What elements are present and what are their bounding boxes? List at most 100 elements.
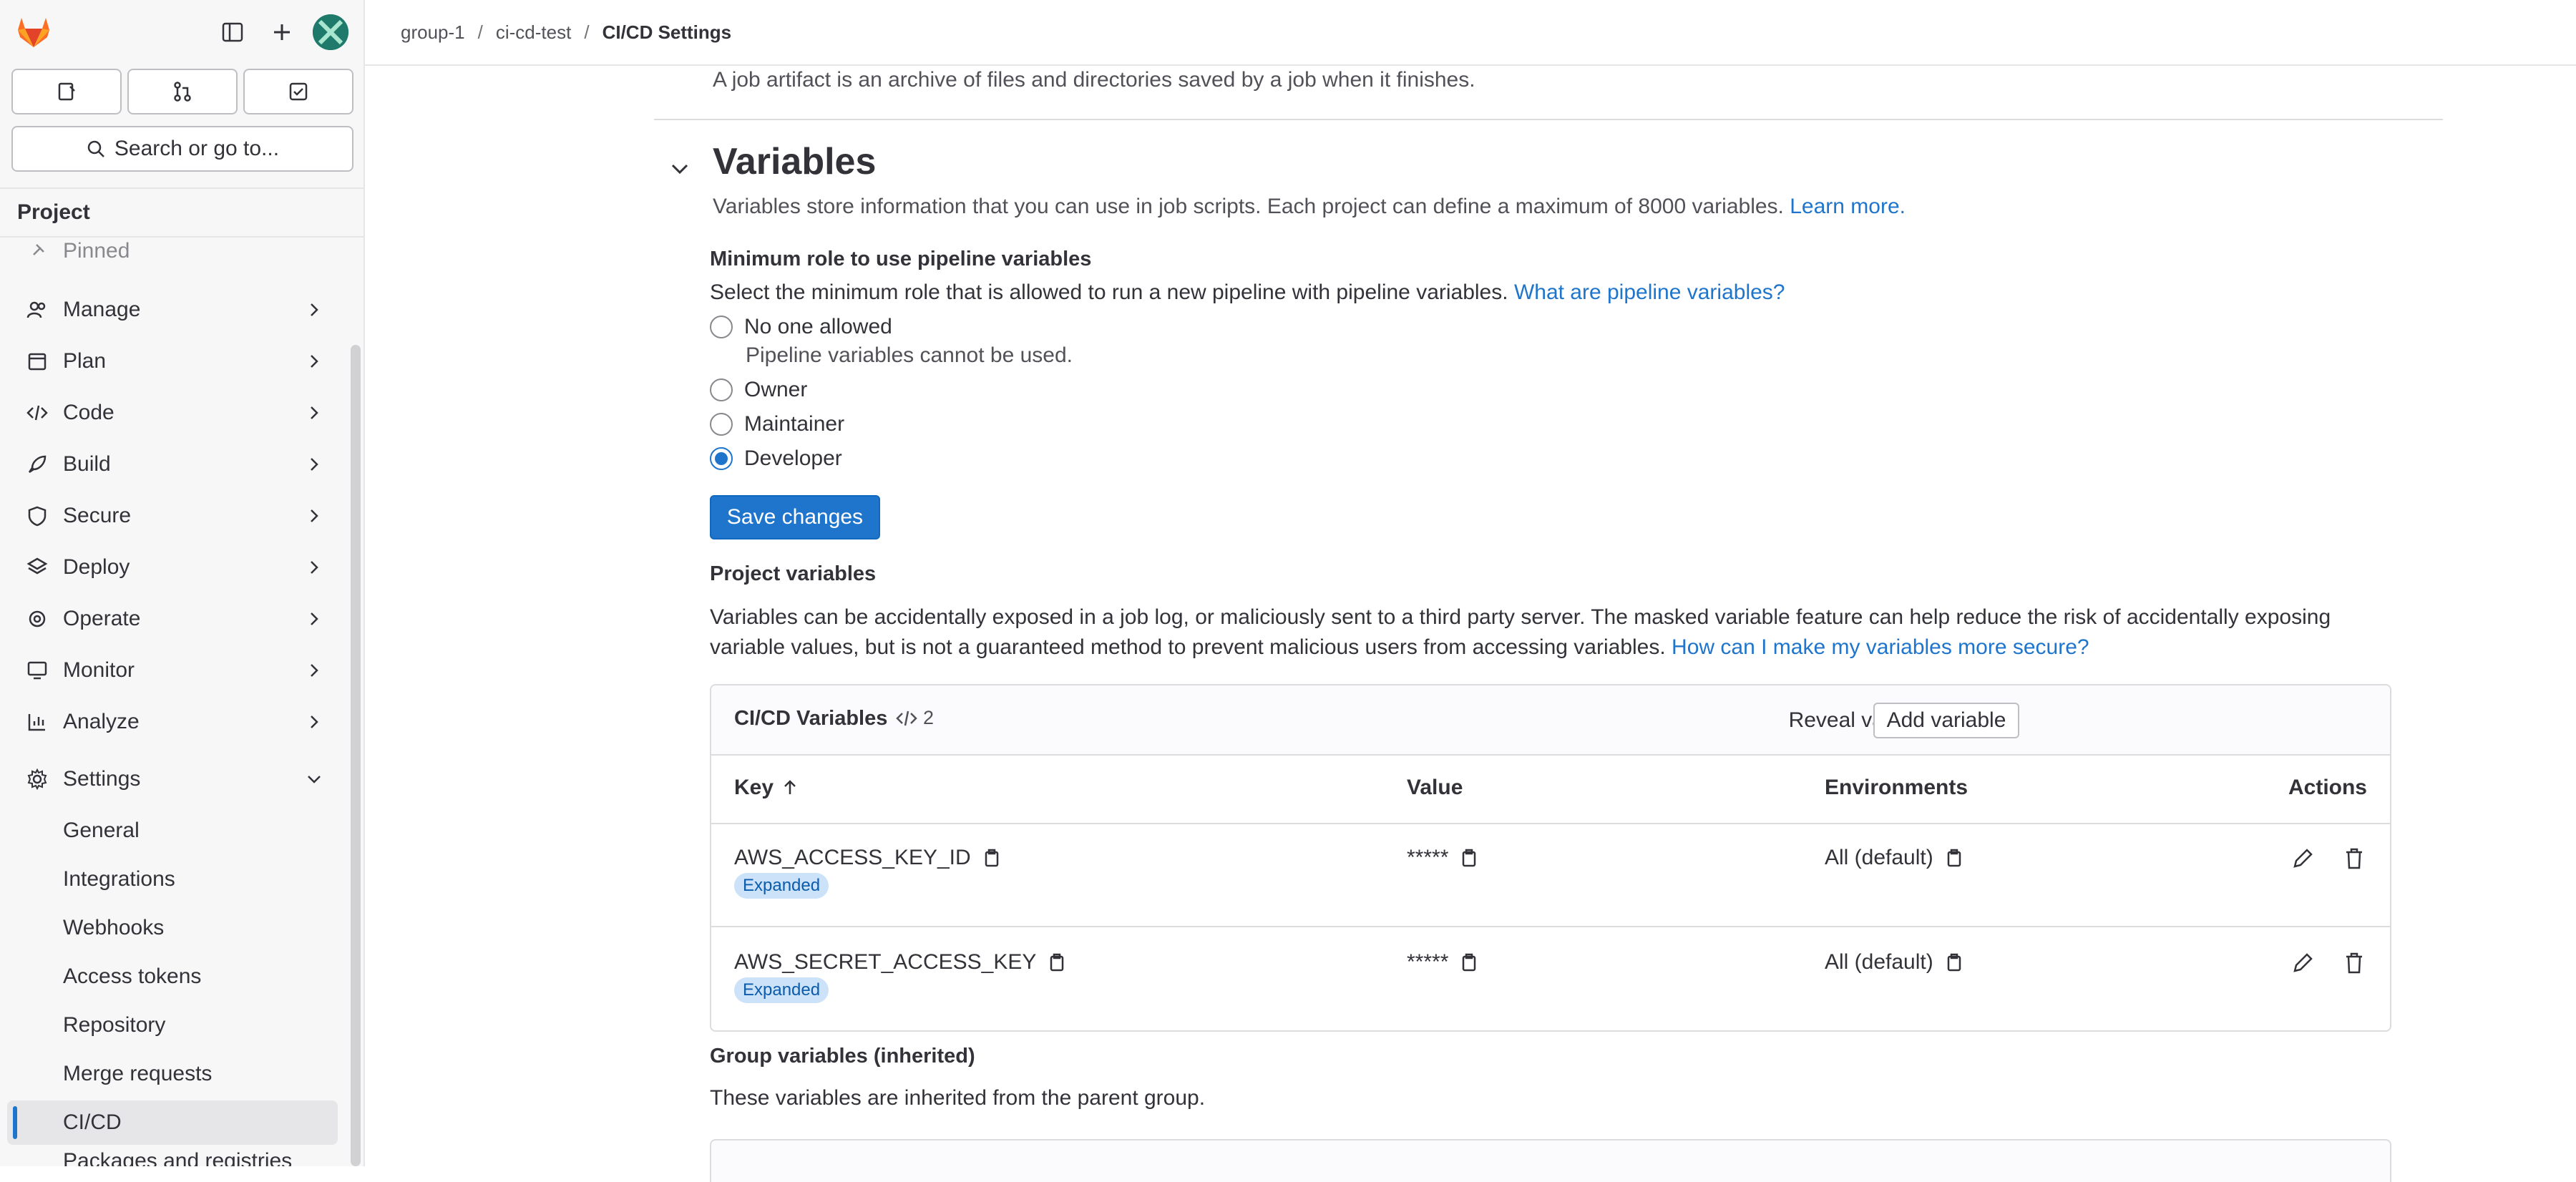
radio-developer[interactable]: Developer xyxy=(710,446,842,471)
sidebar-item-settings[interactable]: Settings xyxy=(7,756,333,803)
variable-key-text: AWS_ACCESS_KEY_ID xyxy=(734,846,971,869)
sort-ascending-icon xyxy=(784,780,796,794)
variable-key: AWS_SECRET_ACCESS_KEY xyxy=(734,950,1068,975)
settings-webhooks[interactable]: Webhooks xyxy=(7,906,338,950)
chevron-right-icon xyxy=(311,406,318,419)
todo-icon xyxy=(289,82,308,101)
learn-more-link[interactable]: Learn more. xyxy=(1790,195,1906,218)
radio-no-one-allowed[interactable]: No one allowed xyxy=(710,315,892,339)
radio-maintainer[interactable]: Maintainer xyxy=(710,412,844,436)
count-value: 2 xyxy=(923,707,935,728)
delete-trash-icon[interactable] xyxy=(2341,950,2367,976)
chevron-right-icon xyxy=(311,612,318,625)
variables-count: 2 xyxy=(896,707,934,729)
todo-tab[interactable] xyxy=(243,69,353,114)
copy-icon[interactable] xyxy=(1943,847,1965,869)
main-content: A job artifact is an archive of files an… xyxy=(365,66,2576,1182)
expanded-badge: Expanded xyxy=(734,873,829,899)
radio-owner[interactable]: Owner xyxy=(710,378,807,402)
issues-icon xyxy=(58,82,75,101)
settings-cicd[interactable]: CI/CD xyxy=(7,1100,338,1145)
chevron-right-icon xyxy=(311,509,318,522)
settings-general[interactable]: General xyxy=(7,809,338,853)
radio-button[interactable] xyxy=(710,413,733,436)
user-avatar[interactable] xyxy=(313,14,348,50)
project-variables-desc-line-1: Variables can be accidentally exposed in… xyxy=(710,605,2331,629)
sidebar: Search or go to... Project Pinned Manage… xyxy=(0,0,365,1166)
sidebar-item-plan[interactable]: Plan xyxy=(7,338,333,385)
search-icon xyxy=(87,140,104,157)
sidebar-item-code[interactable]: Code xyxy=(7,389,333,436)
breadcrumb-current[interactable]: CI/CD Settings xyxy=(602,21,732,44)
sidebar-item-manage[interactable]: Manage xyxy=(7,286,333,333)
edit-pencil-icon[interactable] xyxy=(2290,950,2316,976)
variable-environment-text: All (default) xyxy=(1825,950,1933,974)
section-description: Variables store information that you can… xyxy=(713,195,1906,219)
column-key[interactable]: Key xyxy=(734,776,799,800)
variable-environment: All (default) xyxy=(1825,846,1965,870)
column-value: Value xyxy=(1407,776,1463,799)
copy-icon[interactable] xyxy=(1458,952,1480,973)
variable-environment-text: All (default) xyxy=(1825,846,1933,869)
sidebar-item-label: Analyze xyxy=(63,710,140,733)
save-changes-button[interactable]: Save changes xyxy=(710,495,880,539)
pipeline-variables-link[interactable]: What are pipeline variables? xyxy=(1514,280,1785,304)
radio-button[interactable] xyxy=(710,378,733,401)
chevron-down-icon[interactable] xyxy=(665,155,694,183)
sidebar-item-label: Secure xyxy=(63,504,132,527)
sidebar-item-label: Monitor xyxy=(63,658,135,682)
assigned-issues-tab[interactable] xyxy=(11,69,122,114)
sidebar-item-secure[interactable]: Secure xyxy=(7,492,333,539)
users-icon xyxy=(21,294,53,326)
sidebar-item-label: Pinned xyxy=(63,239,130,263)
row-divider xyxy=(711,926,2390,927)
sidebar-item-analyze[interactable]: Analyze xyxy=(7,698,333,746)
breadcrumb-group[interactable]: group-1 xyxy=(401,21,465,44)
breadcrumb-project[interactable]: ci-cd-test xyxy=(496,21,571,44)
settings-integrations[interactable]: Integrations xyxy=(7,857,338,902)
sidebar-item-build[interactable]: Build xyxy=(7,441,333,488)
variable-value: ***** xyxy=(1407,846,1480,870)
secure-variables-link[interactable]: How can I make my variables more secure? xyxy=(1672,635,2089,659)
copy-icon[interactable] xyxy=(1458,847,1480,869)
settings-merge-requests[interactable]: Merge requests xyxy=(7,1052,338,1096)
delete-trash-icon[interactable] xyxy=(2341,846,2367,871)
sidebar-header xyxy=(0,0,364,66)
sidebar-item-pinned[interactable]: Pinned xyxy=(7,236,333,266)
sidebar-toggle-icon[interactable] xyxy=(213,13,252,52)
table-title: CI/CD Variables xyxy=(734,707,888,730)
edit-pencil-icon[interactable] xyxy=(2290,846,2316,871)
breadcrumb-separator: / xyxy=(584,21,590,43)
settings-repository[interactable]: Repository xyxy=(7,1003,338,1047)
chevron-right-icon xyxy=(311,303,318,316)
radio-label: Developer xyxy=(744,446,842,470)
gitlab-logo-icon[interactable] xyxy=(16,14,52,50)
variables-description: Variables store information that you can… xyxy=(713,195,1784,218)
settings-packages-registries[interactable]: Packages and registries xyxy=(7,1149,338,1166)
min-role-description-text: Select the minimum role that is allowed … xyxy=(710,280,1508,304)
copy-icon[interactable] xyxy=(1046,952,1068,973)
search-button[interactable]: Search or go to... xyxy=(11,126,353,172)
copy-icon[interactable] xyxy=(981,847,1002,869)
sidebar-item-operate[interactable]: Operate xyxy=(7,595,333,643)
sidebar-item-monitor[interactable]: Monitor xyxy=(7,647,333,694)
chart-icon xyxy=(21,706,53,738)
copy-icon[interactable] xyxy=(1943,952,1965,973)
settings-access-tokens[interactable]: Access tokens xyxy=(7,954,338,999)
sidebar-scrollbar[interactable] xyxy=(351,345,361,1166)
radio-label: Owner xyxy=(744,378,808,401)
merge-requests-tab[interactable] xyxy=(127,69,238,114)
create-new-icon[interactable] xyxy=(263,13,301,52)
radio-button[interactable] xyxy=(710,316,733,338)
sidebar-context-title: Project xyxy=(0,187,364,238)
min-role-description: Select the minimum role that is allowed … xyxy=(710,280,1785,305)
variable-key-text: AWS_SECRET_ACCESS_KEY xyxy=(734,950,1037,974)
merge-request-icon xyxy=(174,82,191,102)
project-variables-description: Variables can be accidentally exposed in… xyxy=(710,602,2391,663)
group-variables-label: Group variables (inherited) xyxy=(710,1045,975,1068)
sidebar-item-deploy[interactable]: Deploy xyxy=(7,544,333,591)
sidebar-item-label: Code xyxy=(63,401,114,424)
min-role-label: Minimum role to use pipeline variables xyxy=(710,248,1092,270)
add-variable-button[interactable]: Add variable xyxy=(1873,703,2019,738)
radio-button-checked[interactable] xyxy=(710,447,733,470)
